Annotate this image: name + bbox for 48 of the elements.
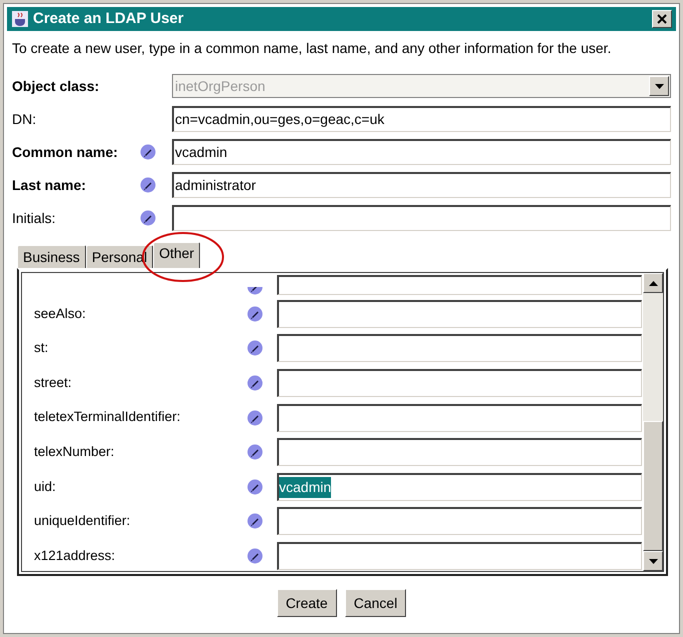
field-label: Initials: — [12, 208, 57, 228]
intro-text: To create a new user, type in a common name, last name, and any other information for the user. — [12, 39, 612, 58]
field-label: Common name: — [12, 142, 119, 162]
text-field[interactable]: cn=vcadmin,ou=ges,o=geac,c=uk — [172, 106, 671, 132]
text-field[interactable] — [277, 404, 642, 432]
attribute-label: teletexTerminalIdentifier: — [33, 408, 182, 426]
tab[interactable]: Business — [17, 245, 86, 268]
field-label: DN: — [12, 110, 38, 128]
scrollbar[interactable] — [643, 273, 663, 571]
pencil-icon — [247, 375, 263, 392]
pencil-icon — [247, 306, 263, 322]
pencil-icon — [247, 548, 263, 564]
attribute-label: uid: — [33, 478, 57, 496]
pencil-icon — [247, 444, 263, 460]
text-field[interactable] — [277, 507, 642, 536]
text-field[interactable] — [277, 334, 642, 362]
scroll-up-icon — [648, 280, 658, 286]
text-field[interactable] — [277, 542, 642, 570]
scroll-down-icon — [648, 558, 658, 564]
attribute-label: x121address: — [33, 546, 116, 565]
close-icon — [657, 14, 667, 24]
attribute-label: uniqueIdentifier: — [33, 512, 132, 530]
text-field[interactable]: vcadmin — [277, 472, 642, 501]
pencil-icon — [247, 410, 263, 426]
attribute-label: st: — [33, 339, 50, 358]
text-field[interactable] — [277, 438, 642, 466]
attribute-label: street: — [33, 374, 73, 392]
attribute-label: seeAlso: — [33, 304, 87, 323]
pencil-icon — [247, 478, 263, 495]
text-field[interactable]: vcadmin — [172, 139, 671, 165]
text-field[interactable] — [277, 300, 642, 328]
app-icon — [11, 10, 29, 28]
dialog-button[interactable]: Create — [276, 589, 337, 617]
close-button[interactable] — [652, 10, 672, 28]
dialog-button[interactable]: Cancel — [344, 589, 406, 617]
field-label: Last name: — [12, 176, 87, 194]
window-title: Create an LDAP User — [33, 8, 185, 29]
text-field[interactable] — [172, 205, 671, 231]
text-field[interactable]: administrator — [172, 172, 671, 198]
selected-text: vcadmin — [279, 476, 332, 498]
pencil-icon — [247, 340, 263, 356]
tab[interactable]: Other — [153, 242, 200, 268]
dropdown-arrow-icon — [654, 84, 664, 88]
text-field[interactable] — [277, 369, 642, 398]
pencil-icon — [247, 513, 263, 530]
text-field[interactable] — [277, 274, 642, 295]
attribute-label: telexNumber: — [33, 443, 116, 461]
field-label: Object class: — [12, 76, 100, 96]
